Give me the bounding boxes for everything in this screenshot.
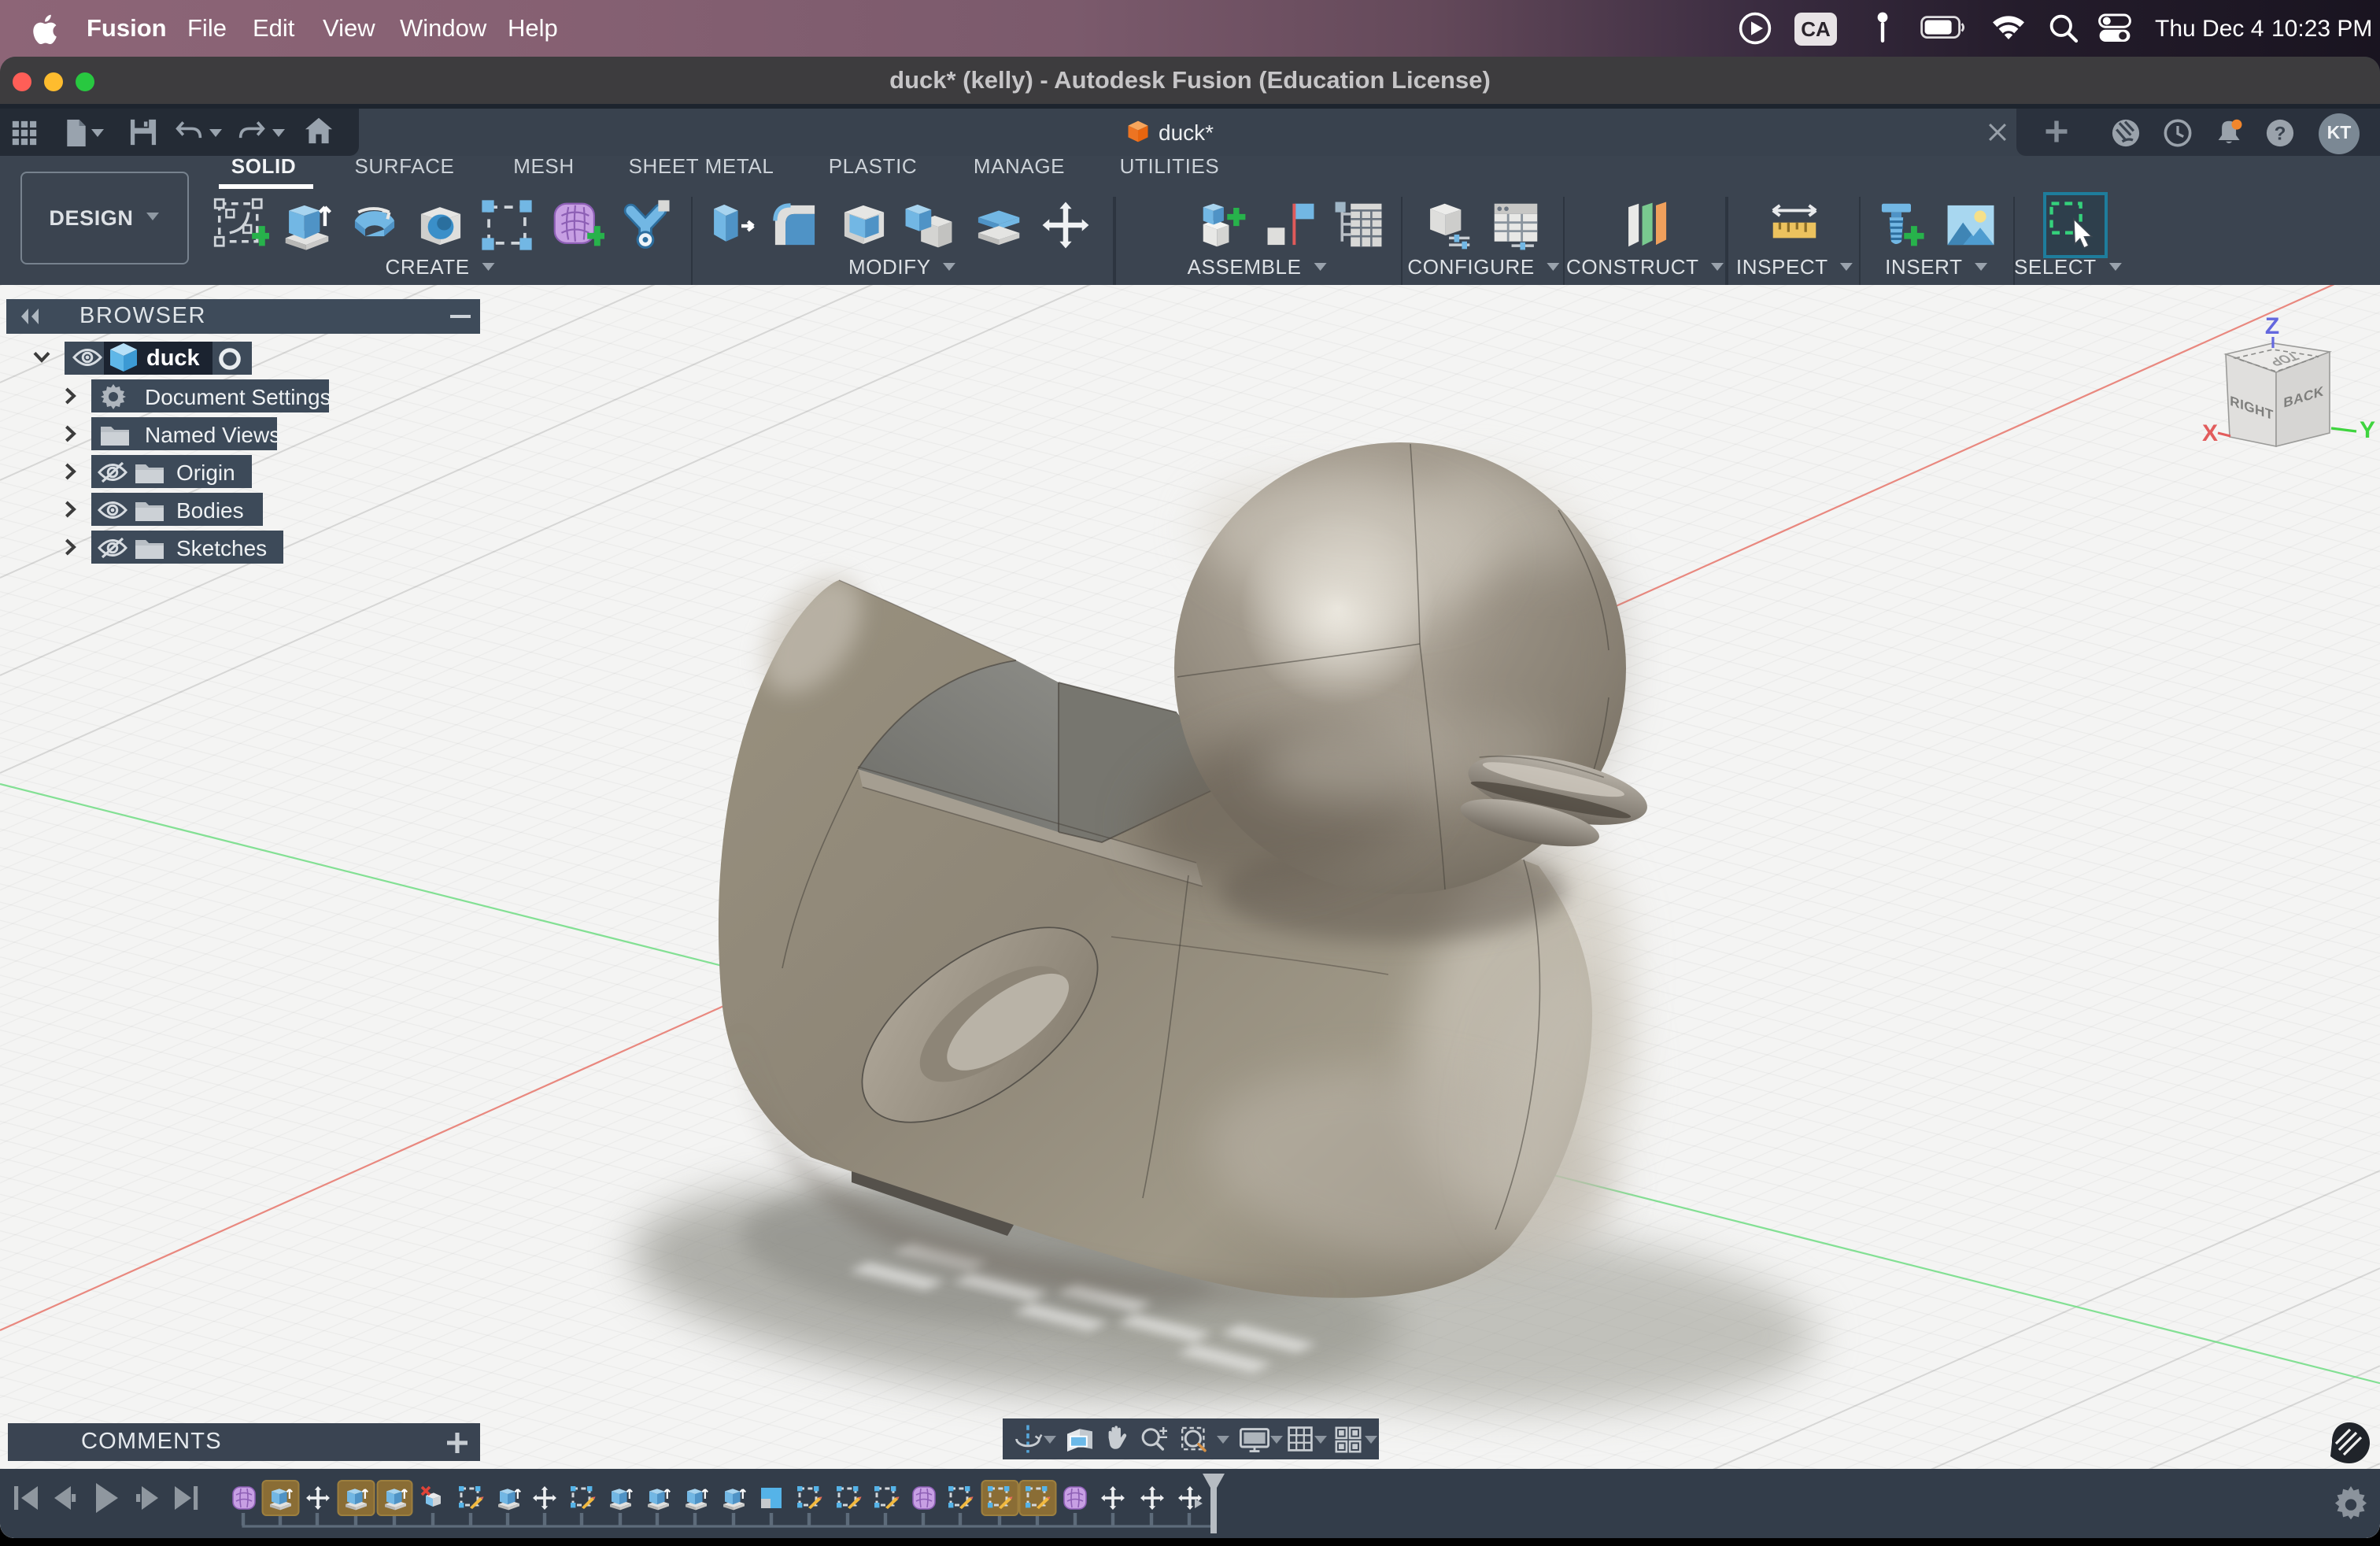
svg-text:Y: Y — [2360, 417, 2375, 443]
svg-text:X: X — [2202, 420, 2218, 446]
svg-text:?: ? — [2275, 123, 2286, 144]
svg-text:Z: Z — [2265, 313, 2279, 339]
